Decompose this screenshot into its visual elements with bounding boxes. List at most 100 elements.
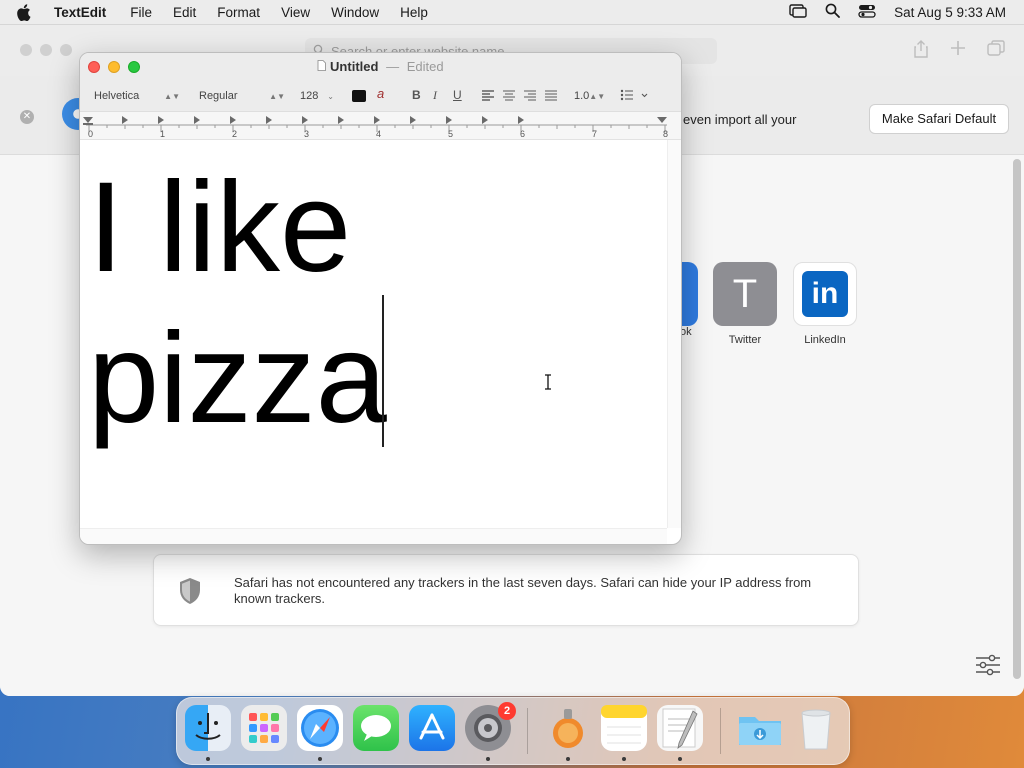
- safari-minimize-button[interactable]: [40, 44, 52, 56]
- font-size-value: 128: [300, 90, 319, 102]
- textedit-vertical-scrollbar[interactable]: [667, 140, 681, 528]
- window-title: Untitled — Edited: [80, 59, 681, 74]
- launchpad-icon[interactable]: [241, 705, 287, 751]
- linkedin-logo: in: [802, 271, 848, 317]
- safari-close-button[interactable]: [20, 44, 32, 56]
- ruler-number: 3: [304, 129, 310, 139]
- highlight-color-icon[interactable]: a: [377, 86, 384, 101]
- facebook-partial-icon: [680, 262, 698, 326]
- ibeam-cursor-icon: [544, 374, 552, 395]
- ruler-number: 5: [448, 129, 454, 139]
- menu-app-name[interactable]: TextEdit: [54, 5, 106, 20]
- document-status: Edited: [406, 59, 444, 74]
- app-store-icon[interactable]: [409, 705, 455, 751]
- safari-dock-icon[interactable]: [297, 705, 343, 751]
- notification-badge: 2: [498, 702, 516, 720]
- dock-separator: [527, 708, 528, 754]
- line-spacing-select[interactable]: 1.0 ▲▼: [568, 88, 606, 104]
- font-style-value: Regular: [199, 90, 238, 102]
- banner-text: even import all your: [683, 112, 797, 127]
- dock-running-indicator: [486, 757, 490, 761]
- font-family-select[interactable]: Helvetica ▲▼: [88, 88, 184, 104]
- dock: 2: [176, 697, 850, 765]
- ruler[interactable]: 0 1 2 3 4 5 6 7 8: [80, 112, 681, 140]
- menu-bar: TextEdit File Edit Format View Window He…: [0, 0, 1024, 25]
- ruler-number: 0: [88, 129, 94, 139]
- textedit-horizontal-scrollbar[interactable]: [80, 528, 667, 544]
- menu-window[interactable]: Window: [331, 5, 379, 20]
- ruler-number: 6: [520, 129, 526, 139]
- favorite-partial-tile[interactable]: ok: [680, 262, 698, 338]
- customize-start-page-icon[interactable]: [975, 654, 1001, 681]
- banner-close-icon[interactable]: ✕: [20, 110, 34, 124]
- chevron-down-icon: ⌄: [327, 91, 334, 101]
- notes-icon[interactable]: [601, 705, 647, 751]
- control-center-icon[interactable]: [858, 4, 876, 21]
- title-separator: —: [386, 59, 400, 74]
- font-size-select[interactable]: 128 ⌄: [294, 88, 338, 104]
- favorite-partial-label: ok: [680, 326, 692, 338]
- italic-button[interactable]: I: [433, 88, 437, 103]
- safari-window-controls: [20, 44, 72, 56]
- dock-running-indicator: [622, 757, 626, 761]
- linkedin-icon: in: [793, 262, 857, 326]
- menu-bar-clock[interactable]: Sat Aug 5 9:33 AM: [894, 5, 1006, 20]
- textedit-titlebar[interactable]: Untitled — Edited: [80, 53, 681, 81]
- new-tab-plus-icon[interactable]: [950, 40, 966, 61]
- dock-separator: [720, 708, 721, 754]
- shield-icon: [178, 577, 202, 610]
- ruler-number: 2: [232, 129, 238, 139]
- text-color-well[interactable]: [352, 90, 366, 102]
- screen-mirroring-icon[interactable]: [789, 3, 807, 21]
- menu-file[interactable]: File: [130, 5, 152, 20]
- downloads-folder-icon[interactable]: [737, 705, 783, 751]
- ruler-number: 4: [376, 129, 382, 139]
- share-icon[interactable]: [913, 40, 929, 63]
- dock-running-indicator: [206, 757, 210, 761]
- textedit-window: Untitled — Edited Helvetica ▲▼ Regular ▲…: [79, 52, 682, 545]
- privacy-message: Safari has not encountered any trackers …: [234, 575, 812, 606]
- align-right-icon[interactable]: [523, 90, 537, 104]
- favorite-linkedin-label: LinkedIn: [804, 334, 846, 346]
- bold-button[interactable]: B: [412, 88, 421, 102]
- dock-running-indicator: [678, 757, 682, 761]
- ruler-number: 8: [663, 129, 669, 139]
- safari-zoom-button[interactable]: [60, 44, 72, 56]
- list-bullets-icon[interactable]: [620, 89, 648, 104]
- preview-icon[interactable]: [545, 705, 591, 751]
- menu-help[interactable]: Help: [400, 5, 428, 20]
- align-center-icon[interactable]: [502, 90, 516, 104]
- textedit-dock-icon[interactable]: [657, 705, 703, 751]
- document-text-area[interactable]: I like pizza: [80, 140, 667, 528]
- text-caret: [382, 295, 384, 447]
- updown-arrows-icon: ▲▼: [589, 91, 606, 101]
- underline-button[interactable]: U: [453, 88, 462, 102]
- tab-overview-icon[interactable]: [987, 40, 1005, 61]
- menu-format[interactable]: Format: [217, 5, 260, 20]
- twitter-letter-icon: T: [713, 262, 777, 326]
- updown-arrows-icon: ▲▼: [269, 91, 285, 101]
- document-name[interactable]: Untitled: [330, 59, 378, 74]
- menu-view[interactable]: View: [281, 5, 310, 20]
- privacy-report-card[interactable]: Safari has not encountered any trackers …: [153, 554, 859, 626]
- document-icon: [317, 59, 330, 74]
- align-left-icon[interactable]: [481, 90, 495, 104]
- line-spacing-value: 1.0: [574, 90, 590, 102]
- messages-icon[interactable]: [353, 705, 399, 751]
- safari-scrollbar[interactable]: [1013, 159, 1021, 679]
- updown-arrows-icon: ▲▼: [164, 91, 180, 101]
- make-safari-default-button[interactable]: Make Safari Default: [869, 104, 1009, 134]
- favorite-linkedin[interactable]: in LinkedIn: [791, 262, 859, 346]
- font-style-select[interactable]: Regular ▲▼: [193, 88, 289, 104]
- align-justify-icon[interactable]: [544, 90, 558, 104]
- trash-icon[interactable]: [793, 705, 839, 751]
- favorite-twitter[interactable]: T Twitter: [712, 262, 778, 346]
- menu-edit[interactable]: Edit: [173, 5, 196, 20]
- document-text[interactable]: I like pizza: [88, 152, 387, 454]
- apple-menu-icon[interactable]: [16, 3, 36, 21]
- font-family-value: Helvetica: [94, 90, 140, 102]
- finder-icon[interactable]: [185, 705, 231, 751]
- spotlight-search-icon[interactable]: [825, 3, 841, 21]
- dock-running-indicator: [318, 757, 322, 761]
- ruler-number: 7: [592, 129, 598, 139]
